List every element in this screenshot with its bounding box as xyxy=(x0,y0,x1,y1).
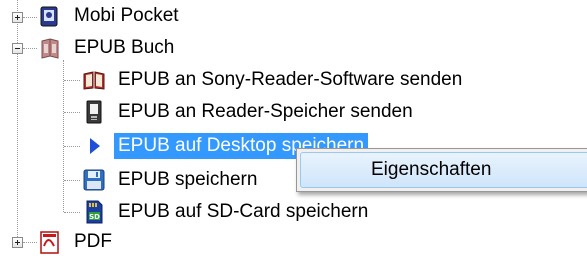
tree-connector-line xyxy=(64,112,80,113)
tree-item-label: EPUB an Sony-Reader-Software senden xyxy=(118,69,463,90)
tree-connector-line xyxy=(23,17,37,18)
expand-toggle-pdf[interactable] xyxy=(12,237,23,248)
menu-item-label: Eigenschaften xyxy=(371,159,492,180)
tree-item-epub-buch[interactable]: EPUB Buch xyxy=(38,34,178,62)
tree-item-label: EPUB Buch xyxy=(74,37,175,58)
tree-connector-line xyxy=(64,212,80,213)
tree-item-label: PDF xyxy=(74,231,112,252)
expand-toggle-mobi-pocket[interactable] xyxy=(12,12,23,23)
tree-item-label: EPUB speichern xyxy=(118,169,258,190)
sd-card-icon: SD xyxy=(82,200,106,224)
pdf-document-icon xyxy=(38,230,62,254)
tree-view: Mobi Pocket EPUB Buch EPUB an Sony-Reade… xyxy=(0,0,587,256)
open-book-icon xyxy=(82,68,106,92)
svg-text:SD: SD xyxy=(89,213,100,221)
tree-item-epub-sony-reader[interactable]: EPUB an Sony-Reader-Software senden xyxy=(82,66,466,94)
epub-book-icon xyxy=(38,36,62,60)
floppy-disk-icon xyxy=(82,168,106,192)
tree-connector-line xyxy=(64,146,80,147)
collapse-toggle-epub-buch[interactable] xyxy=(12,43,23,54)
menu-item-eigenschaften[interactable]: Eigenschaften xyxy=(300,152,587,188)
tree-item-pdf[interactable]: PDF xyxy=(38,228,116,256)
tree-item-epub-speichern[interactable]: EPUB speichern xyxy=(82,166,261,194)
context-menu: Eigenschaften xyxy=(296,148,587,192)
tree-connector-line xyxy=(17,0,18,243)
tree-item-label: EPUB an Reader-Speicher senden xyxy=(118,101,413,122)
tree-item-label: EPUB auf SD-Card speichern xyxy=(118,201,369,222)
tree-item-label: Mobi Pocket xyxy=(74,5,179,26)
tree-connector-line xyxy=(64,80,80,81)
ebook-reader-icon xyxy=(82,100,106,124)
tree-connector-line xyxy=(63,60,64,212)
play-arrow-icon xyxy=(82,134,106,158)
tree-item-epub-sd-card[interactable]: SD EPUB auf SD-Card speichern xyxy=(82,198,372,226)
tree-connector-line xyxy=(64,180,80,181)
tree-item-epub-reader-speicher[interactable]: EPUB an Reader-Speicher senden xyxy=(82,98,417,126)
tree-item-mobi-pocket[interactable]: Mobi Pocket xyxy=(38,2,183,30)
tree-connector-line xyxy=(23,48,37,49)
mobi-book-icon xyxy=(38,4,62,28)
tree-connector-line xyxy=(23,242,37,243)
